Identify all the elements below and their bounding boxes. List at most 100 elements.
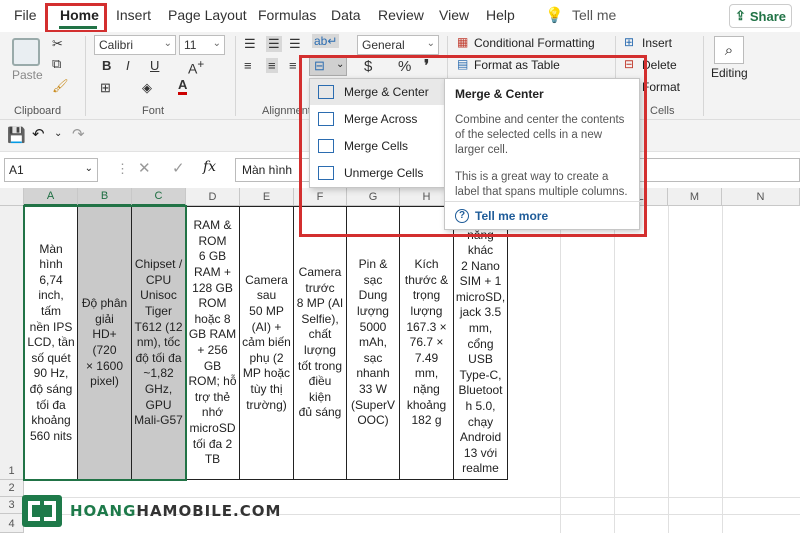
tell-me-more-link[interactable]: ? Tell me more [455,209,548,223]
undo-icon[interactable]: ↶ [32,125,45,143]
enter-icon[interactable]: ✓ [172,159,185,177]
cell-text-line: trước [305,280,335,295]
bold-button[interactable]: B [102,58,111,73]
row-header[interactable]: 3 [0,497,24,514]
copy-icon[interactable]: ⧉ [52,56,61,72]
col-header[interactable]: M [668,188,722,206]
cell-E1[interactable]: Camera sau 50 MP (AI) + cảm biến phụ (2 MP hoặ… [240,206,294,480]
format-painter-icon[interactable]: 🖌 [52,78,69,94]
menu-formulas[interactable]: Formulas [258,7,316,23]
font-group-label: Font [142,105,165,117]
format-table-icon[interactable]: ▤ [457,57,468,71]
fill-color-icon[interactable]: ◈ [142,80,152,96]
comma-style-icon[interactable]: ❜ [424,56,429,76]
cell-text-line: khoảng [406,397,447,412]
align-top-icon[interactable]: ☰ [244,36,256,52]
currency-icon[interactable]: $ [364,58,372,75]
merge-cells-item[interactable]: Merge Cells [310,133,446,159]
paste-button[interactable]: Paste [12,68,43,82]
col-header[interactable]: G [347,188,400,206]
align-left-icon[interactable]: ≡ [244,58,252,73]
col-header[interactable]: N [722,188,800,206]
name-box[interactable]: A1 ⌄ [4,158,98,182]
logo-text: HOANGHAMOBILE.COM [70,502,282,520]
share-button[interactable]: ⇪ Share [729,4,792,28]
font-name-combo[interactable]: Calibri ⌄ [94,35,176,55]
font-color-icon[interactable]: A [178,78,188,95]
col-header[interactable]: C [132,188,186,206]
wrap-text-icon[interactable]: ab↵ [312,34,340,48]
merge-center-item[interactable]: Merge & Center [310,79,446,105]
insert-cells-button[interactable]: Insert [642,36,672,50]
select-all-corner[interactable] [0,188,24,206]
conditional-formatting-button[interactable]: Conditional Formatting [474,36,595,50]
col-header[interactable]: D [186,188,240,206]
menu-view[interactable]: View [439,7,469,23]
align-right-icon[interactable]: ≡ [289,58,297,73]
paste-icon[interactable] [12,38,40,66]
underline-button[interactable]: U [150,58,159,73]
cell-text-line: Type-C, [459,367,502,382]
col-header[interactable]: B [78,188,132,206]
col-header[interactable]: F [294,188,347,206]
redo-icon[interactable]: ↷ [72,125,85,143]
increase-font-icon[interactable]: A+ [188,58,204,77]
cell-D1[interactable]: RAM & ROM 6 GB RAM +128 GB ROM hoặc 8 GB RAM + … [186,206,240,480]
insert-cells-icon[interactable]: ⊞ [624,35,634,49]
cancel-icon[interactable]: ✕ [138,159,151,177]
borders-icon[interactable]: ⊞ [100,80,111,96]
menu-data[interactable]: Data [331,7,361,23]
cell-F1[interactable]: Camera trước 8 MP (AI Selfie), chất lượng tốt … [294,206,347,480]
cut-icon[interactable]: ✂ [52,36,63,52]
search-icon[interactable]: ⌕ [714,36,744,64]
gridline [614,206,615,533]
chevron-down-icon[interactable]: ⌄ [54,128,62,139]
menu-review[interactable]: Review [378,7,424,23]
unmerge-cells-item[interactable]: Unmerge Cells [310,160,446,186]
cell-text-line: lượng [357,304,389,319]
cell-text-line: cảm biến [242,335,291,350]
cell-text-line: phụ (2 [249,350,284,365]
cell-text-line: 6 GB [198,249,227,264]
cell-H1[interactable]: Kích thước & trọng lượng 167.3 × 76.7 × 7.49 mm… [400,206,454,480]
italic-button[interactable]: I [126,58,130,73]
number-format-combo[interactable]: General ⌄ [357,35,439,55]
align-bottom-icon[interactable]: ☰ [289,36,301,52]
cell-text-line: ROM [198,296,227,311]
row-header[interactable]: 4 [0,514,24,533]
spreadsheet-grid: A B C D E F G H I J K L M N 1 2 3 4 Mành… [0,188,800,533]
menu-home[interactable]: Home [60,7,99,23]
conditional-formatting-icon[interactable]: ▦ [457,35,468,49]
row-header[interactable]: 1 [0,206,24,480]
cell-I1[interactable]: năng khác 2 Nano SIM + 1 microSD, jack 3.5 mm,… [454,206,508,480]
align-middle-icon[interactable]: ☰ [266,36,282,52]
divider [445,201,641,202]
share-icon: ⇪ [734,8,746,23]
format-cells-button[interactable]: Format [642,80,680,94]
merge-across-item[interactable]: Merge Across [310,106,446,132]
menu-insert[interactable]: Insert [116,7,151,23]
percent-icon[interactable]: % [398,58,411,75]
delete-cells-icon[interactable]: ⊟ [624,57,634,71]
merge-center-button[interactable]: ⊟ ⌄ [309,56,347,76]
save-icon[interactable]: 💾 [7,126,26,144]
col-header[interactable]: E [240,188,294,206]
divider [235,36,236,116]
cell-text-line: Selfie), [301,311,339,326]
font-size-combo[interactable]: 11 ⌄ [179,35,225,55]
menu-page-layout[interactable]: Page Layout [168,7,247,23]
cell-text-line: realme [462,461,499,476]
align-center-icon[interactable]: ≡ [266,58,278,73]
col-header[interactable]: A [24,188,78,206]
function-icon[interactable]: fx [203,159,216,175]
cell-text-line: MP hoặc [242,366,291,381]
delete-cells-button[interactable]: Delete [642,58,677,72]
format-as-table-button[interactable]: Format as Table [474,58,560,72]
menu-help[interactable]: Help [486,7,515,23]
editing-button[interactable]: Editing [711,66,748,80]
row-header[interactable]: 2 [0,480,24,497]
cell-G1[interactable]: Pin & sạc Dung lượng 5000 mAh, sạc nhanh 33 W(… [347,206,400,480]
menu-file[interactable]: File [14,7,37,23]
tell-me-box[interactable]: Tell me [572,7,616,23]
divider [703,36,704,116]
